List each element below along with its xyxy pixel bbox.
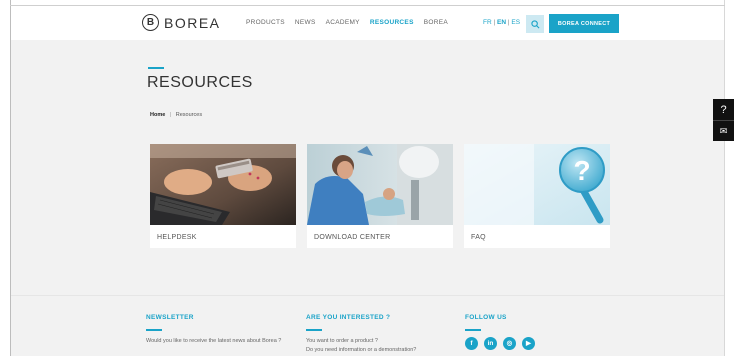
lang-separator: | bbox=[507, 19, 510, 26]
breadcrumb-separator: | bbox=[169, 112, 172, 118]
card-faq-label: FAQ bbox=[471, 234, 486, 241]
nav-academy[interactable]: ACADEMY bbox=[326, 19, 360, 26]
footer-newsletter: NEWSLETTER Would you like to receive the… bbox=[146, 314, 291, 346]
newsletter-text: Would you like to receive the latest new… bbox=[146, 337, 282, 344]
nav-news[interactable]: NEWS bbox=[295, 19, 316, 26]
site-footer: NEWSLETTER Would you like to receive the… bbox=[11, 295, 724, 356]
lang-en[interactable]: EN bbox=[497, 19, 506, 26]
nav-resources[interactable]: RESOURCES bbox=[370, 19, 414, 26]
follow-accent-bar bbox=[465, 329, 481, 331]
interested-title: ARE YOU INTERESTED ? bbox=[306, 314, 391, 321]
lang-fr[interactable]: FR bbox=[483, 19, 492, 26]
breadcrumb-current: Resources bbox=[175, 112, 203, 118]
help-icon[interactable]: ? bbox=[713, 99, 734, 120]
search-button[interactable] bbox=[526, 15, 544, 33]
interested-text: You want to order a product ? Do you nee… bbox=[306, 337, 416, 355]
logo-mark: B bbox=[142, 14, 159, 31]
logo[interactable]: B BOREA bbox=[142, 14, 221, 31]
nav-products[interactable]: PRODUCTS bbox=[246, 19, 285, 26]
footer-interested: ARE YOU INTERESTED ? You want to order a… bbox=[306, 314, 416, 355]
youtube-icon[interactable]: ▶ bbox=[522, 336, 535, 350]
title-accent-bar bbox=[148, 67, 164, 69]
language-switcher: FR | EN | ES bbox=[483, 19, 520, 26]
side-tools: ? ✉ bbox=[713, 99, 734, 141]
browser-viewport: B BOREA PRODUCTS NEWS ACADEMY RESOURCES … bbox=[0, 0, 734, 356]
footer-follow: FOLLOW US f in ◎ ▶ bbox=[465, 314, 535, 350]
card-faq-image: ? bbox=[464, 144, 610, 225]
card-faq[interactable]: ? FAQ bbox=[464, 144, 610, 248]
mail-icon[interactable]: ✉ bbox=[713, 120, 734, 141]
breadcrumb-home[interactable]: Home bbox=[150, 112, 165, 118]
borea-connect-button[interactable]: BOREA CONNECT bbox=[549, 14, 619, 33]
breadcrumb: Home | Resources bbox=[150, 112, 202, 118]
social-links: f in ◎ ▶ bbox=[465, 336, 535, 350]
lang-es[interactable]: ES bbox=[511, 19, 520, 26]
card-helpdesk-label: HELPDESK bbox=[157, 234, 197, 241]
facebook-icon[interactable]: f bbox=[465, 336, 478, 350]
card-helpdesk[interactable]: HELPDESK bbox=[150, 144, 296, 248]
interested-line-1: You want to order a product ? bbox=[306, 337, 378, 344]
newsletter-accent-bar bbox=[146, 329, 162, 331]
lang-separator: | bbox=[493, 19, 496, 26]
page: B BOREA PRODUCTS NEWS ACADEMY RESOURCES … bbox=[11, 6, 724, 356]
site-header: B BOREA PRODUCTS NEWS ACADEMY RESOURCES … bbox=[11, 6, 724, 40]
card-download-center-label: DOWNLOAD CENTER bbox=[314, 234, 391, 241]
page-title: RESOURCES bbox=[147, 74, 253, 91]
card-download-center-image bbox=[307, 144, 453, 225]
card-download-center[interactable]: DOWNLOAD CENTER bbox=[307, 144, 453, 248]
logo-text: BOREA bbox=[164, 14, 221, 31]
instagram-icon[interactable]: ◎ bbox=[503, 336, 516, 350]
card-helpdesk-image bbox=[150, 144, 296, 225]
linkedin-icon[interactable]: in bbox=[484, 336, 497, 350]
newsletter-title: NEWSLETTER bbox=[146, 314, 194, 321]
interested-accent-bar bbox=[306, 329, 322, 331]
interested-line-2[interactable]: Do you need information or a demonstrati… bbox=[306, 347, 416, 353]
nav-borea[interactable]: BOREA bbox=[424, 19, 448, 26]
svg-text:?: ? bbox=[573, 155, 590, 186]
main-nav: PRODUCTS NEWS ACADEMY RESOURCES BOREA bbox=[246, 19, 448, 26]
search-icon bbox=[530, 19, 539, 28]
viewport-right-border bbox=[724, 0, 725, 356]
follow-title: FOLLOW US bbox=[465, 314, 507, 321]
